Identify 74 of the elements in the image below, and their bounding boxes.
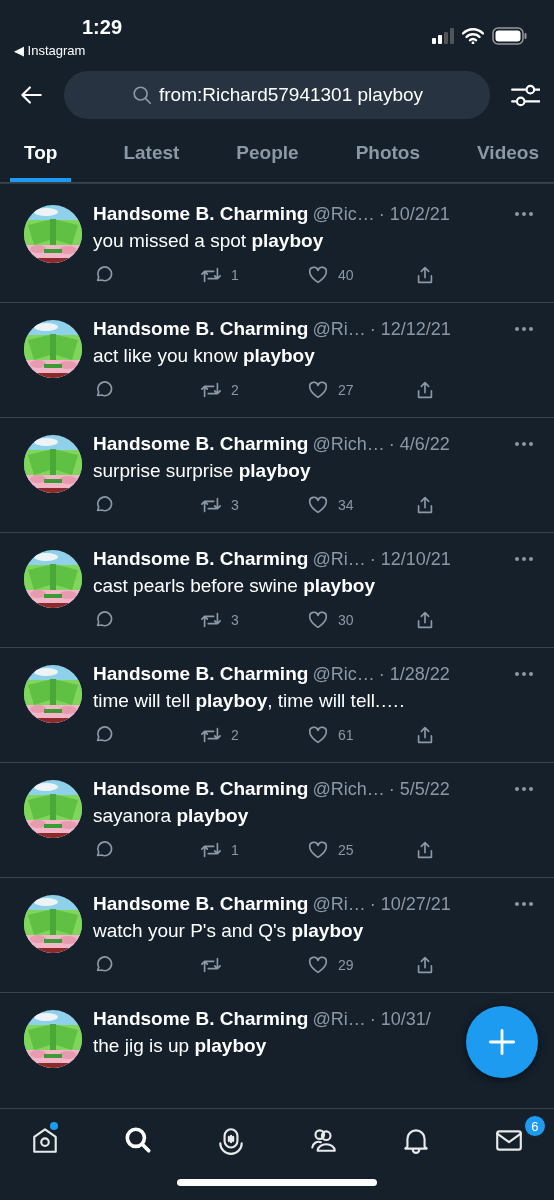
like-icon[interactable] (307, 609, 329, 631)
wifi-icon (462, 28, 484, 44)
user-handle: @Ric… (312, 203, 375, 225)
tab[interactable]: People (231, 124, 304, 182)
more-options-icon[interactable] (514, 326, 534, 332)
user-handle: @Ri… (312, 1008, 366, 1030)
display-name: Handsome B. Charming (93, 318, 309, 340)
retweet-count: 3 (231, 497, 239, 513)
like-count: 25 (338, 842, 354, 858)
more-options-icon[interactable] (514, 441, 534, 447)
more-options-icon[interactable] (514, 556, 534, 562)
display-name: Handsome B. Charming (93, 663, 309, 685)
battery-icon (492, 27, 528, 45)
tweet-date: · 12/10/21 (369, 548, 451, 570)
tweet-text: act like you know playboy (93, 345, 315, 367)
tweet-text: cast pearls before swine playboy (93, 575, 375, 597)
home-icon[interactable] (30, 1125, 60, 1155)
user-handle: @Ri… (312, 318, 366, 340)
tweet-text: watch your P's and Q's playboy (93, 920, 364, 942)
search-field[interactable]: from:Richard57941301 playboy (64, 71, 490, 119)
like-icon[interactable] (307, 839, 329, 861)
tweet-text: the jig is up playboy (93, 1035, 267, 1057)
tweet-date: · 10/2/21 (378, 203, 450, 225)
user-handle: @Rich… (312, 433, 385, 455)
user-handle: @Ri… (312, 548, 366, 570)
like-icon[interactable] (307, 264, 329, 286)
more-options-icon[interactable] (514, 211, 534, 217)
like-count: 61 (338, 727, 354, 743)
retweet-count: 3 (231, 612, 239, 628)
tweet-text: surprise surprise playboy (93, 460, 311, 482)
tab[interactable]: Top (10, 124, 72, 182)
like-count: 27 (338, 382, 354, 398)
tweet-text: time will tell playboy, time will tell.…. (93, 690, 405, 712)
tab[interactable]: Videos (472, 124, 544, 182)
like-icon[interactable] (307, 954, 329, 976)
like-icon[interactable] (307, 379, 329, 401)
signal-icon (432, 28, 454, 44)
tweet-date: · 10/27/21 (369, 893, 451, 915)
tab[interactable]: Photos (350, 124, 426, 182)
more-options-icon[interactable] (514, 786, 534, 792)
like-icon[interactable] (307, 724, 329, 746)
tweet-text: sayanora playboy (93, 805, 249, 827)
tab[interactable]: Latest (118, 124, 185, 182)
unread-count-badge: 6 (524, 1115, 546, 1137)
like-icon[interactable] (307, 494, 329, 516)
display-name: Handsome B. Charming (93, 548, 309, 570)
tweet-date: · 4/6/22 (388, 433, 450, 455)
user-handle: @Rich… (312, 778, 385, 800)
user-handle: @Ri… (312, 893, 366, 915)
tweet-text: you missed a spot playboy (93, 230, 324, 252)
plus-icon (488, 1028, 516, 1056)
display-name: Handsome B. Charming (93, 778, 309, 800)
display-name: Handsome B. Charming (93, 433, 309, 455)
search-icon (130, 84, 153, 106)
retweet-count: 2 (231, 727, 239, 743)
like-count: 34 (338, 497, 354, 513)
tweet-date: · 10/31/ (369, 1008, 431, 1030)
more-options-icon[interactable] (514, 671, 534, 677)
status-time: 1:29 (82, 16, 123, 39)
tweet-date: · 12/12/21 (369, 318, 451, 340)
tweet-date: · 5/5/22 (388, 778, 450, 800)
retweet-count: 2 (231, 382, 239, 398)
display-name: Handsome B. Charming (93, 1008, 309, 1030)
more-options-icon[interactable] (514, 901, 534, 907)
like-count: 30 (338, 612, 354, 628)
like-count: 40 (338, 267, 354, 283)
retweet-count: 1 (231, 267, 239, 283)
back-to-app-link[interactable]: ◀ Instagram (14, 43, 86, 58)
like-count: 29 (338, 957, 354, 973)
retweet-count: 1 (231, 842, 239, 858)
tweet-date: · 1/28/22 (378, 663, 450, 685)
display-name: Handsome B. Charming (93, 203, 309, 225)
display-name: Handsome B. Charming (93, 893, 309, 915)
user-handle: @Ric… (312, 663, 375, 685)
